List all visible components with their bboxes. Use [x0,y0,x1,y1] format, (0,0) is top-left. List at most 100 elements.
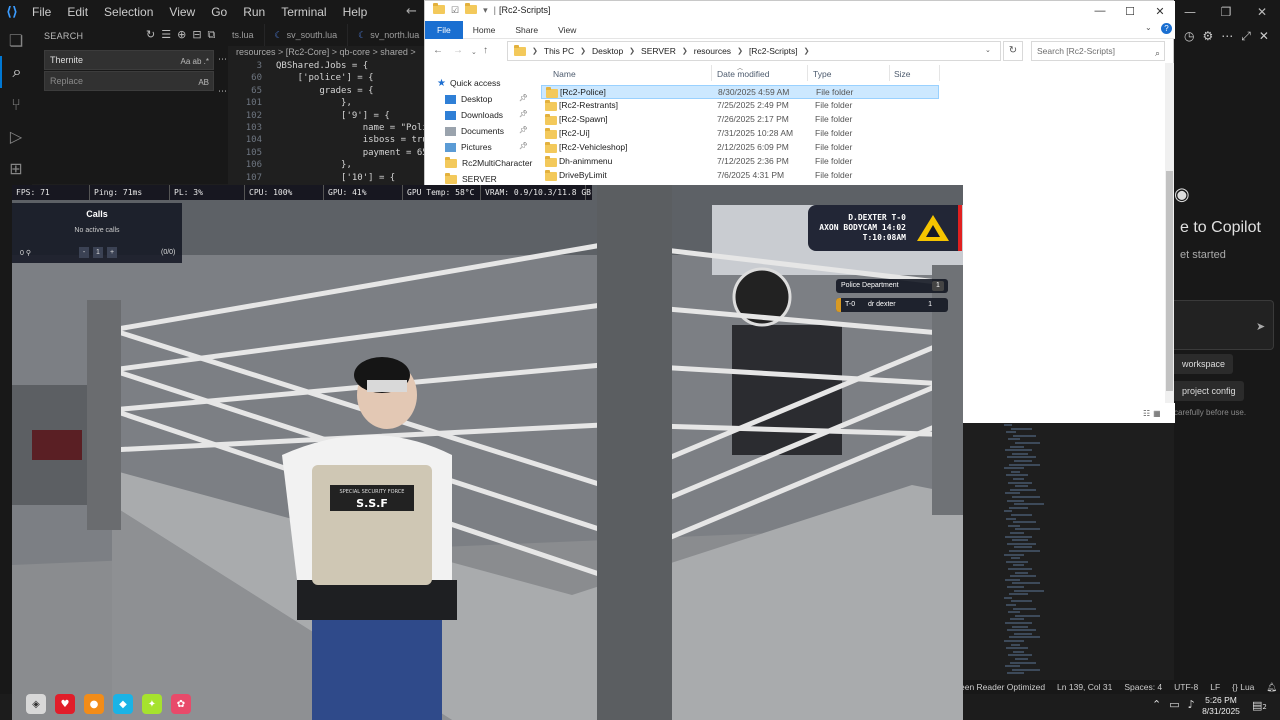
nav-item[interactable]: Desktop [445,91,492,107]
file-row[interactable]: [Rc2-Vehicleshop] 2/12/2025 6:09 PM File f… [541,141,939,155]
calls-next-button[interactable]: + [107,247,117,258]
pin-icon[interactable]: 📌︎ [519,126,528,134]
code-line[interactable]: 60 ['police'] = { [228,72,428,85]
source-control-icon[interactable]: ⑂ [0,88,32,120]
explorer-search-input[interactable]: Search [Rc2-Scripts] ⌕ [1031,41,1165,61]
chevron-right-icon[interactable]: ❯ [629,47,635,55]
pin-icon[interactable]: 📌︎ [519,94,528,102]
details-view-icon[interactable]: ☷ [1143,409,1150,418]
taskbar-clock[interactable]: 5:26 PM 8/31/2025 [1196,695,1246,717]
recent-locations-icon[interactable]: ⌄ [471,48,477,56]
nav-item[interactable]: Documents [445,123,504,139]
tab-sv-north[interactable]: ☾ sv_north.lua [348,24,431,46]
clear-results-icon[interactable]: ☰ [161,28,171,42]
col-name[interactable]: Name [553,69,576,79]
large-icons-view-icon[interactable]: ▦ [1153,409,1161,418]
search-flags[interactable]: Aa ab .* [181,53,209,71]
tab-sv-south[interactable]: ☾ sv_south.lua [265,24,349,46]
forward-icon[interactable]: → [453,45,463,56]
chevron-right-icon[interactable]: ❯ [804,47,810,55]
file-row[interactable]: DriveByLimit 7/6/2025 4:31 PM File folder [541,169,939,183]
cursor-position[interactable]: Ln 139, Col 31 [1057,682,1112,692]
help-icon[interactable]: ? [1161,23,1172,34]
crumb-rc2-scripts[interactable]: [Rc2-Scripts] [749,46,798,56]
chevron-right-icon[interactable]: ❯ [737,47,743,55]
explorer-icon[interactable]: ❏ [0,24,32,56]
menu-go[interactable]: Go [203,0,235,24]
file-row[interactable]: [Rc2-Ui] 7/31/2025 10:28 AM File folder [541,127,939,141]
minimize-icon[interactable]: — [1172,0,1208,24]
maximize-icon[interactable]: ⤢ [1241,29,1251,44]
history-icon[interactable]: ◷ [1184,29,1194,44]
maximize-icon[interactable]: ☐ [1115,1,1145,21]
minimize-icon[interactable]: — [1085,1,1115,21]
code-line[interactable]: 105 payment = 650 [228,147,428,160]
menu-help[interactable]: Help [335,0,376,24]
col-separator[interactable] [807,65,808,81]
bell-icon[interactable]: 🔔︎ [1266,682,1277,693]
code-line[interactable]: 101 }, [228,97,428,110]
workspace-button[interactable]: workspace [1174,354,1234,374]
send-icon[interactable]: ➤ [1256,320,1265,333]
code-line[interactable]: 102 ['9'] = { [228,110,428,123]
restore-icon[interactable]: ❐ [1208,0,1244,24]
tab-lua[interactable]: ts.lua [228,24,265,46]
tab-file[interactable]: File [425,20,463,39]
breadcrumb[interactable]: resources > [Rc2-Core] > qb-core > share… [236,47,416,57]
new-search-editor-icon[interactable]: ⊕ [177,28,186,42]
chevron-right-icon[interactable]: ❯ [580,47,586,55]
menu-file[interactable]: File [24,0,59,24]
menu-view[interactable]: View [161,0,203,24]
nav-item[interactable]: Rc2MultiCharacter [445,155,532,171]
menu-edit[interactable]: Edit [59,0,96,24]
file-row[interactable]: [Rc2-Police] 8/30/2025 4:59 AM File folder [541,85,939,99]
game-viewport[interactable]: SPECIAL SECURITY FORCE S.S.F [12,185,963,720]
nav-item[interactable]: ★ Quick access [437,75,501,91]
close-icon[interactable]: ✕ [1145,1,1175,21]
close-icon[interactable]: ✕ [1244,0,1280,24]
nav-back-icon[interactable]: ← [406,4,417,19]
file-row[interactable]: Dh-animmenu 7/12/2025 2:36 PM File folder [541,155,939,169]
tab-home[interactable]: Home [463,21,506,39]
code-line[interactable]: 104 isboss = true [228,134,428,147]
col-separator[interactable] [889,65,890,81]
gear-icon[interactable]: ⚙ [1202,29,1213,44]
up-icon[interactable]: ↑ [483,45,488,56]
tab-share[interactable]: Share [505,21,548,39]
indentation[interactable]: Spaces: 4 [1124,682,1162,692]
nav-item[interactable]: Pictures [445,139,492,155]
calls-prev-button[interactable]: - [79,247,89,258]
view-as-tree-icon[interactable]: ⧉ [208,28,216,42]
code-line[interactable]: 103 name = "Polic [228,122,428,135]
close-panel-icon[interactable]: ✕ [1259,29,1269,44]
replace-input[interactable]: Replace AB [44,71,214,91]
new-folder-icon[interactable] [465,3,478,14]
more-options-icon[interactable]: ⋯ [218,55,227,65]
col-separator[interactable] [711,65,712,81]
volume-icon[interactable]: ♪ [1188,698,1195,711]
crumb-this-pc[interactable]: This PC [544,46,574,56]
pin-icon[interactable]: 📌︎ [519,142,528,150]
project-config-button[interactable]: project config [1174,381,1244,401]
code-editor[interactable]: 3 QBShared.Jobs = {60 ['police'] = {65 gr… [228,60,428,185]
screen-reader-status[interactable]: een Reader Optimized [960,682,1045,692]
address-bar[interactable]: ❯ This PC ❯ Desktop ❯ SERVER ❯ resources… [507,41,1001,61]
notification-icon[interactable]: ▤2 [1252,699,1268,713]
search-input[interactable]: Thernite Aa ab .* [44,50,214,70]
file-row[interactable]: [Rc2-Restrants] 7/25/2025 2:49 PM File fol… [541,99,939,113]
address-dropdown-icon[interactable]: ⌄ [985,46,991,54]
language-mode[interactable]: {} Lua [1232,682,1254,692]
network-icon[interactable]: ▭ [1169,698,1179,711]
col-size[interactable]: Size [894,69,911,79]
chevron-right-icon[interactable]: ❯ [682,47,688,55]
file-row[interactable]: [Rc2-Spawn] 7/26/2025 2:17 PM File folder [541,113,939,127]
crumb-resources[interactable]: resources [694,46,731,56]
code-line[interactable]: 3 QBShared.Jobs = { [228,60,428,73]
menu-terminal[interactable]: Terminal [273,0,334,24]
encoding[interactable]: UTF-8 [1174,682,1198,692]
refresh-icon[interactable]: ↻ [146,28,155,42]
end-of-line[interactable]: LF [1210,682,1220,692]
collapse-all-icon[interactable]: ⊟ [192,28,201,42]
more-icon[interactable]: ⋯ [1221,29,1233,44]
code-line[interactable]: 106 }, [228,159,428,172]
